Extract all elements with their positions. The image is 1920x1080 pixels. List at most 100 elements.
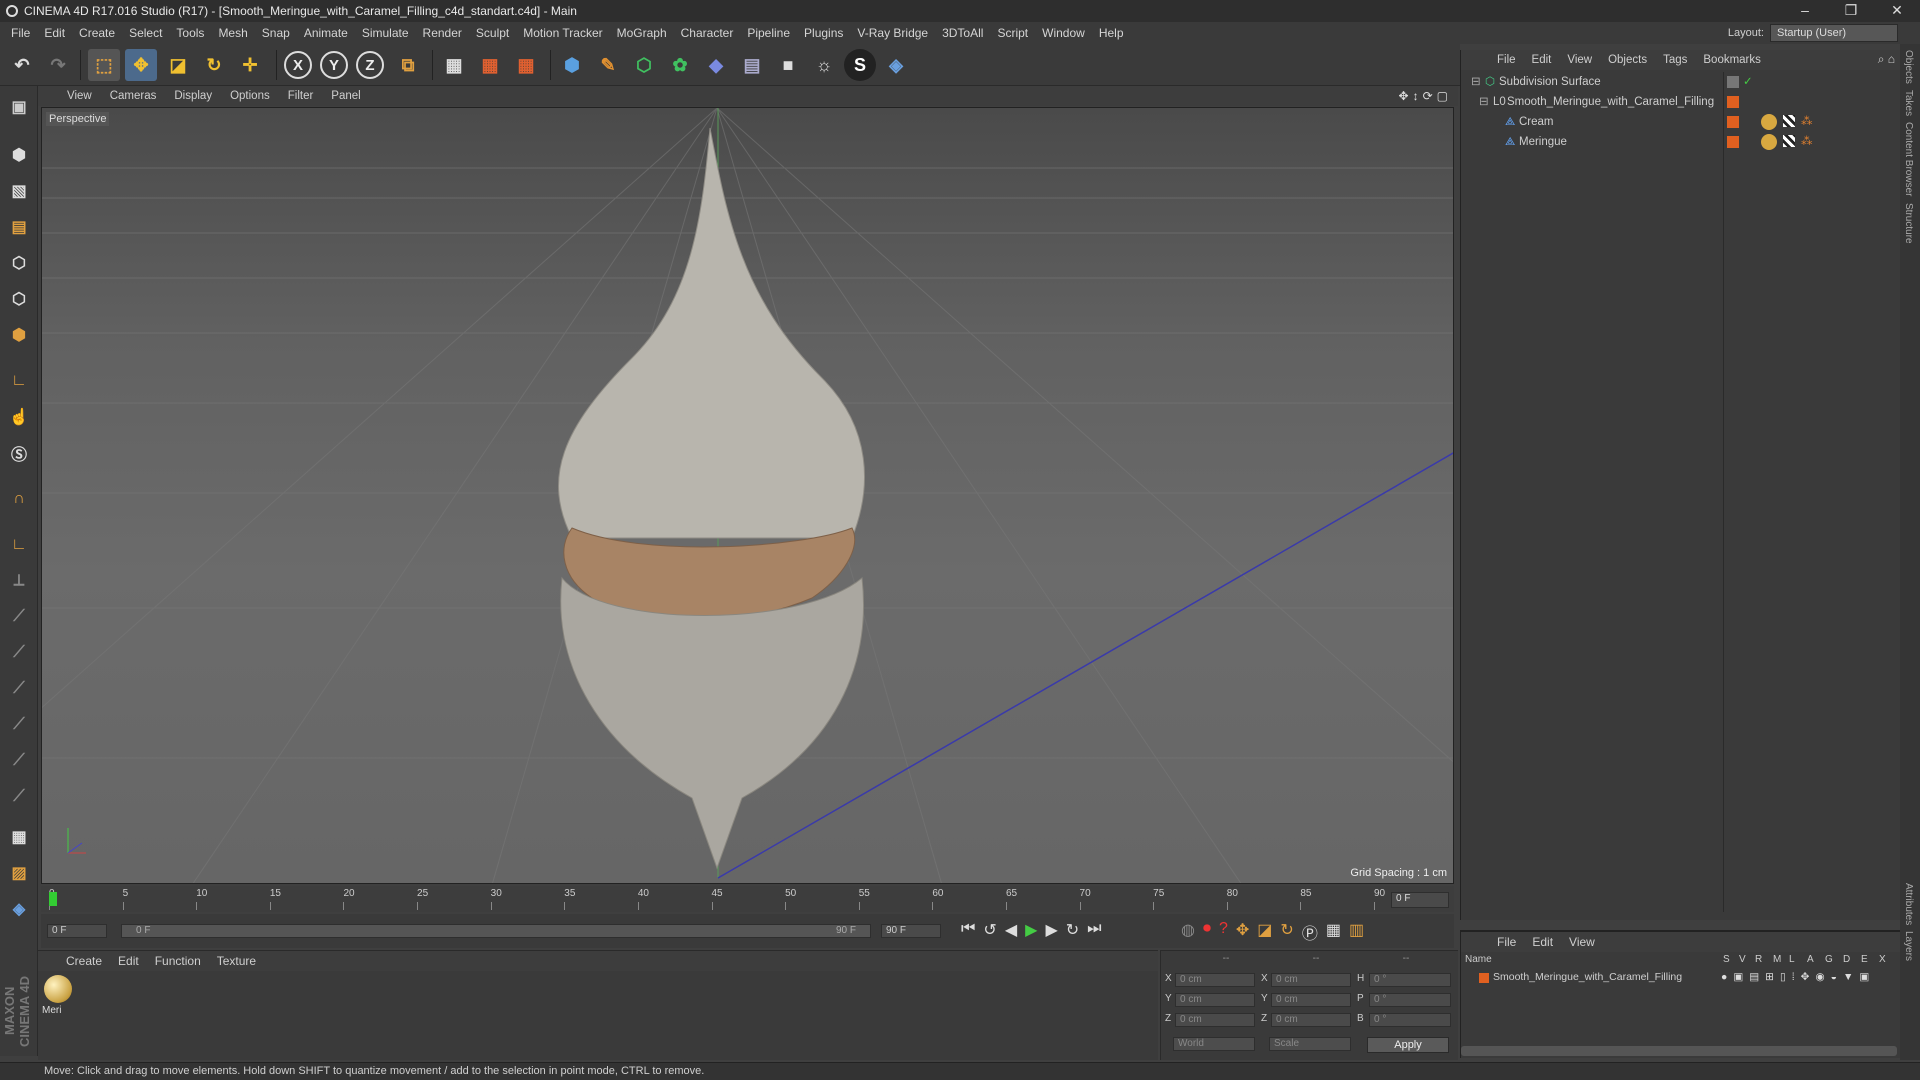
maximize-button[interactable]: ❐ (1828, 0, 1874, 22)
menu-snap[interactable]: Snap (255, 22, 297, 44)
menu-file[interactable]: File (4, 22, 37, 44)
live-selection-icon[interactable]: ⬚ (88, 49, 120, 81)
obj-menu-file[interactable]: File (1489, 54, 1524, 66)
tab-attributes[interactable]: Attributes (1903, 883, 1914, 925)
layer-color-swatch[interactable] (1479, 973, 1489, 983)
workplane-axis-icon[interactable]: ∟ (3, 530, 35, 560)
next-frame-icon[interactable]: ▶ (1045, 920, 1057, 940)
rotation-h-field[interactable]: 0 ° (1369, 973, 1451, 987)
viewport-menu-panel[interactable]: Panel (322, 90, 369, 102)
grid-icon[interactable]: ▦ (3, 822, 35, 852)
lock-y-icon[interactable]: ⟋ (3, 602, 35, 632)
menu-3dtoall[interactable]: 3DToAll (935, 22, 990, 44)
viewport-menu-cameras[interactable]: Cameras (101, 90, 166, 102)
menu-sculpt[interactable]: Sculpt (469, 22, 516, 44)
size-mode-dropdown[interactable]: Scale (1269, 1037, 1351, 1051)
y-axis-lock-icon[interactable]: Y (320, 51, 348, 79)
key-scale-icon[interactable]: ◪ (1257, 920, 1272, 944)
scale-tool-icon[interactable]: ◪ (162, 49, 194, 81)
redo-icon[interactable]: ↷ (42, 49, 74, 81)
lock-z-icon[interactable]: ⟋ (3, 638, 35, 668)
layer-color-swatch[interactable] (1727, 116, 1739, 128)
sculpt-icon[interactable]: ⟋ (3, 710, 35, 740)
light-icon[interactable]: ☼ (808, 49, 840, 81)
object-name[interactable]: Smooth_Meringue_with_Caramel_Filling (1507, 92, 1714, 112)
obj-menu-bookmarks[interactable]: Bookmarks (1695, 54, 1769, 66)
menu-simulate[interactable]: Simulate (355, 22, 416, 44)
lock-x-icon[interactable]: ⟂ (3, 566, 35, 596)
material-menu-edit[interactable]: Edit (110, 954, 147, 968)
subdivision-surface-icon[interactable]: ⬡ (628, 49, 660, 81)
menu-character[interactable]: Character (674, 22, 741, 44)
obj-menu-tags[interactable]: Tags (1655, 54, 1695, 66)
menu-animate[interactable]: Animate (297, 22, 355, 44)
menu-mograph[interactable]: MoGraph (610, 22, 674, 44)
menu-help[interactable]: Help (1092, 22, 1131, 44)
tab-objects[interactable]: Objects (1903, 50, 1914, 84)
viewport-menu-filter[interactable]: Filter (279, 90, 323, 102)
magnet-icon[interactable]: ∩ (3, 484, 35, 514)
python-script-icon[interactable]: ◈ (3, 894, 35, 924)
expand-icon[interactable]: ⊟ (1479, 92, 1489, 112)
play-icon[interactable]: ▶ (1025, 920, 1037, 940)
texture-mode-icon[interactable]: ▧ (3, 176, 35, 206)
cloner-icon[interactable]: ✿ (664, 49, 696, 81)
material-menu-create[interactable]: Create (58, 954, 110, 968)
phong-tag-icon[interactable]: ⁂ (1801, 132, 1813, 152)
cube-primitive-icon[interactable]: ⬢ (556, 49, 588, 81)
timeline-ruler[interactable]: 051015202530354045505560657075808590 0 F (41, 886, 1454, 912)
key-rotation-icon[interactable]: ↻ (1280, 920, 1293, 944)
x-axis-lock-icon[interactable]: X (284, 51, 312, 79)
coordinate-system-dropdown[interactable]: World (1173, 1037, 1255, 1051)
tab-layers[interactable]: Layers (1903, 931, 1914, 961)
render-settings-icon[interactable]: ▦ (510, 49, 542, 81)
points-mode-icon[interactable]: ⬡ (3, 248, 35, 278)
tab-structure[interactable]: Structure (1903, 203, 1914, 244)
go-to-end-icon[interactable]: ⏭ (1087, 920, 1101, 940)
start-frame-field[interactable]: 0 F (47, 924, 107, 938)
make-editable-icon[interactable]: ▣ (3, 92, 35, 122)
object-row-smooth-meringue[interactable]: ⊟ L0 Smooth_Meringue_with_Caramel_Fillin… (1461, 92, 1901, 112)
position-y-field[interactable]: 0 cm (1175, 993, 1255, 1007)
tab-takes[interactable]: Takes (1903, 90, 1914, 116)
layer-menu-view[interactable]: View (1561, 935, 1603, 949)
key-parameter-icon[interactable]: Ⓟ (1302, 920, 1318, 944)
rotation-p-field[interactable]: 0 ° (1369, 993, 1451, 1007)
end-frame-field[interactable]: 90 F (881, 924, 941, 938)
edges-mode-icon[interactable]: ⬡ (3, 284, 35, 314)
object-row-subdivision-surface[interactable]: ⊟ ⬡ Subdivision Surface ✓ (1461, 72, 1901, 92)
object-row-cream[interactable]: ⟁ Cream ⁂ (1461, 112, 1901, 132)
object-name[interactable]: Meringue (1519, 132, 1567, 152)
meringue-model[interactable] (558, 127, 865, 870)
coordinate-system-icon[interactable]: ⧉ (392, 49, 424, 81)
minimize-button[interactable]: – (1782, 0, 1828, 22)
viewport-menu-display[interactable]: Display (165, 90, 221, 102)
material-tag-icon[interactable] (1761, 134, 1777, 150)
menu-window[interactable]: Window (1035, 22, 1092, 44)
material-swatch[interactable] (44, 975, 72, 1003)
polygons-mode-icon[interactable]: ⬢ (3, 320, 35, 350)
menu-script[interactable]: Script (990, 22, 1035, 44)
expand-icon[interactable]: ⊟ (1471, 72, 1481, 92)
autokey-icon[interactable]: ? (1219, 920, 1228, 944)
axis-mode-icon[interactable]: ∟ (3, 366, 35, 396)
layer-toggle-icons[interactable]: ●▣▤⊞▯⁞✥◉◒▼▣ (1721, 971, 1875, 983)
smooth-icon[interactable]: ⟋ (3, 746, 35, 776)
layer-color-swatch[interactable] (1727, 96, 1739, 108)
layer-name[interactable]: Smooth_Meringue_with_Caramel_Filling (1493, 971, 1682, 983)
texture-tag-icon[interactable] (1783, 115, 1795, 127)
apply-button[interactable]: Apply (1367, 1037, 1449, 1053)
material-menu-texture[interactable]: Texture (209, 954, 264, 968)
material-menu-function[interactable]: Function (147, 954, 209, 968)
floor-icon[interactable]: ▤ (736, 49, 768, 81)
frame-range-slider[interactable]: 0 F 90 F (121, 924, 871, 938)
python-icon[interactable]: ◈ (880, 49, 912, 81)
playhead[interactable] (49, 892, 57, 906)
go-to-start-icon[interactable]: ⏮ (961, 920, 975, 940)
z-axis-lock-icon[interactable]: Z (356, 51, 384, 79)
tab-content-browser[interactable]: Content Browser (1903, 122, 1914, 196)
model-mode-icon[interactable]: ⬢ (3, 140, 35, 170)
paint-icon[interactable]: ⟋ (3, 782, 35, 812)
rotation-b-field[interactable]: 0 ° (1369, 1013, 1451, 1027)
object-row-meringue[interactable]: ⟁ Meringue ⁂ (1461, 132, 1901, 152)
